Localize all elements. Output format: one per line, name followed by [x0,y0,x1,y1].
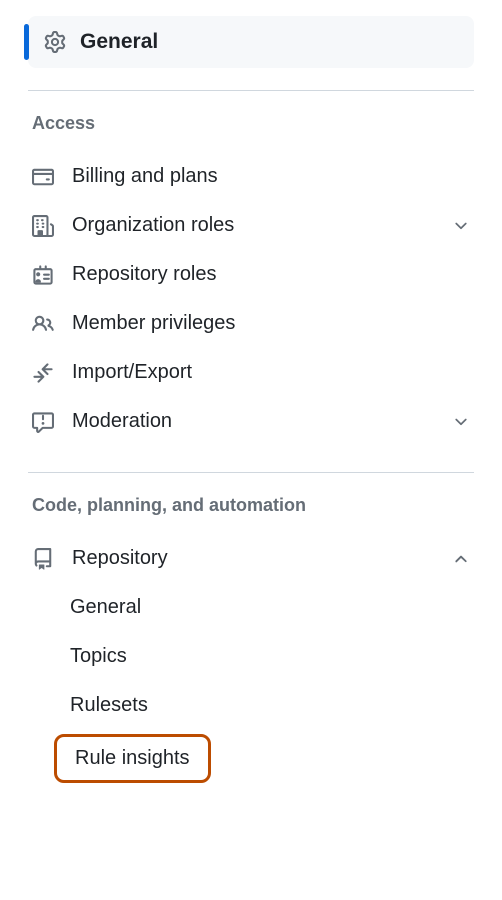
member-priv-label: Member privileges [72,312,470,335]
sub-item-rule-insights[interactable]: Rule insights [54,734,211,783]
sub-rulesets-label: Rulesets [70,694,148,716]
sub-item-general[interactable]: General [28,583,474,632]
credit-card-icon [32,166,58,188]
sidebar-item-moderation[interactable]: Moderation [28,397,474,446]
repo-roles-label: Repository roles [72,263,470,286]
billing-label: Billing and plans [72,165,470,188]
repository-label: Repository [72,547,452,570]
organization-icon [32,215,58,237]
chevron-down-icon [452,217,470,235]
sub-rule-insights-label: Rule insights [75,747,190,769]
gear-icon [44,31,66,53]
sub-topics-label: Topics [70,645,127,667]
sidebar-item-general[interactable]: General [28,16,474,68]
arrows-switch-icon [32,362,58,384]
moderation-label: Moderation [72,410,452,433]
sidebar-item-member-privileges[interactable]: Member privileges [28,299,474,348]
sidebar-item-billing[interactable]: Billing and plans [28,152,474,201]
section-header-code: Code, planning, and automation [28,473,474,534]
chevron-down-icon [452,413,470,431]
sidebar-item-repo-roles[interactable]: Repository roles [28,250,474,299]
sub-general-label: General [70,596,141,618]
sub-item-topics[interactable]: Topics [28,632,474,681]
id-badge-icon [32,264,58,286]
sidebar-item-import-export[interactable]: Import/Export [28,348,474,397]
repo-icon [32,548,58,570]
sidebar-item-repository[interactable]: Repository [28,534,474,583]
org-roles-label: Organization roles [72,214,452,237]
section-header-access: Access [28,91,474,152]
sub-item-rulesets[interactable]: Rulesets [28,681,474,730]
general-label: General [80,30,158,54]
sidebar-item-org-roles[interactable]: Organization roles [28,201,474,250]
chevron-up-icon [452,550,470,568]
report-icon [32,411,58,433]
people-icon [32,313,58,335]
import-export-label: Import/Export [72,361,470,384]
